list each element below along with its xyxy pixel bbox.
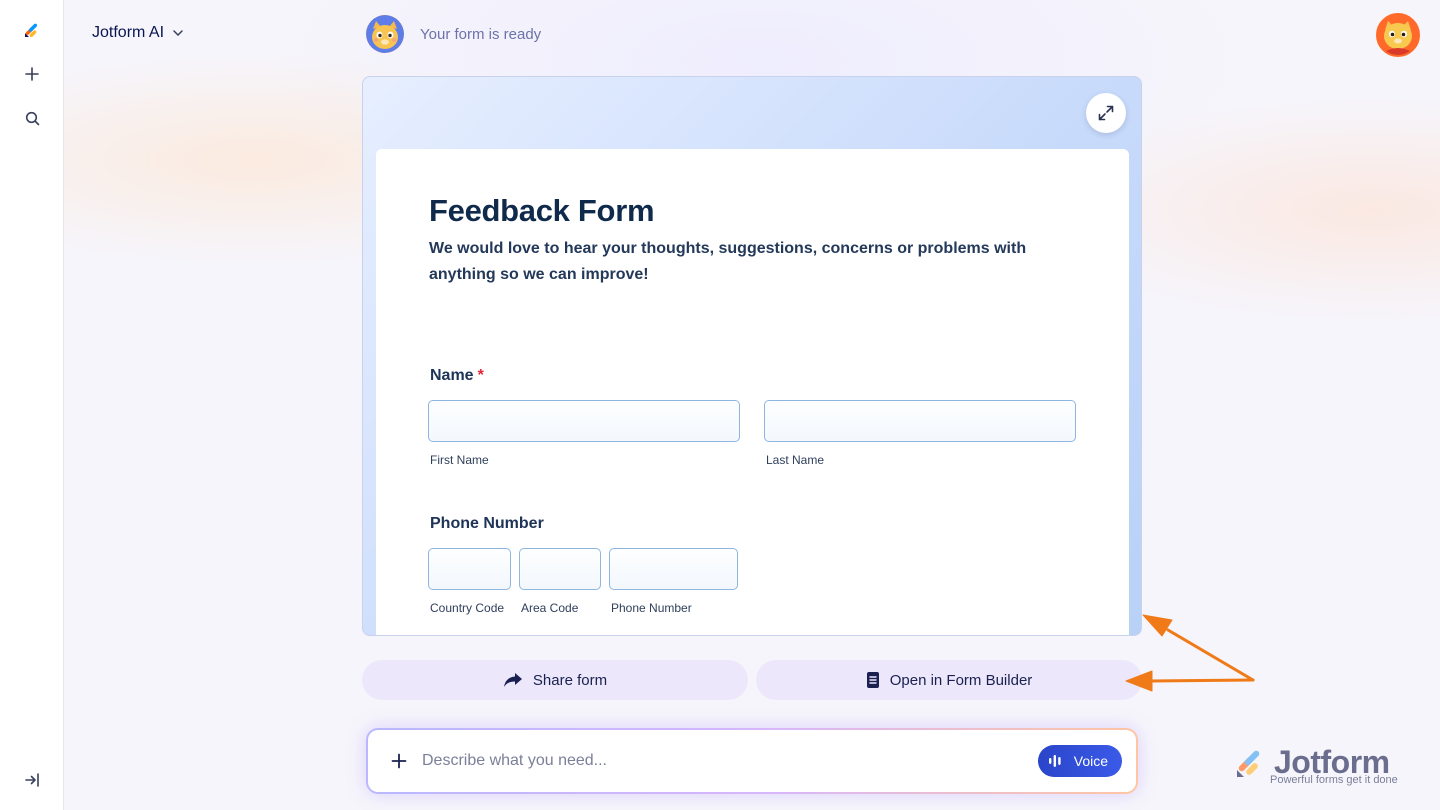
left-rail: [0, 0, 64, 810]
phone-number-sublabel: Phone Number: [611, 601, 692, 615]
voice-button[interactable]: Voice: [1037, 745, 1122, 777]
country-code-input[interactable]: [428, 548, 511, 590]
jotform-watermark-logo-icon: [1237, 750, 1260, 777]
last-name-input[interactable]: [764, 400, 1076, 442]
prompt-input[interactable]: [422, 747, 1022, 775]
open-form-builder-label: Open in Form Builder: [889, 671, 1033, 689]
document-icon: [866, 672, 879, 688]
assistant-message: Your form is ready: [366, 15, 541, 53]
expand-preview-button[interactable]: [1086, 93, 1126, 133]
first-name-sublabel: First Name: [430, 453, 489, 467]
voice-label: Voice: [1073, 753, 1108, 769]
form-description: We would love to hear your thoughts, sug…: [429, 240, 1027, 283]
prompt-box: Voice: [366, 728, 1138, 794]
open-form-builder-button[interactable]: Open in Form Builder: [756, 660, 1142, 700]
user-avatar[interactable]: [1376, 13, 1420, 57]
app-switcher[interactable]: Jotform AI: [92, 24, 186, 42]
attach-plus-icon[interactable]: [388, 750, 410, 772]
status-message: Your form is ready: [420, 25, 542, 43]
form-sheet: Feedback Form We would love to hear your…: [376, 149, 1129, 635]
ai-agent-avatar: [366, 15, 404, 53]
jotform-watermark: Jotform Powerful forms get it done: [1234, 744, 1414, 790]
expand-sidebar-icon[interactable]: [16, 764, 48, 796]
watermark-tagline: Powerful forms get it done: [1270, 774, 1398, 786]
app-title: Jotform AI: [92, 24, 165, 41]
share-form-button[interactable]: Share form: [362, 660, 748, 700]
form-title: Feedback Form: [429, 193, 655, 228]
new-chat-plus-icon[interactable]: [16, 58, 48, 90]
name-label-text: Name: [430, 367, 474, 384]
jotform-logo-icon[interactable]: [16, 14, 48, 46]
form-preview: Feedback Form We would love to hear your…: [362, 76, 1142, 636]
share-arrow-icon: [503, 673, 522, 687]
first-name-input[interactable]: [428, 400, 740, 442]
last-name-sublabel: Last Name: [766, 453, 825, 467]
phone-question-label: Phone Number: [430, 515, 544, 532]
area-code-input[interactable]: [519, 548, 601, 590]
voice-waveform-icon: [1048, 755, 1061, 767]
country-code-sublabel: Country Code: [430, 601, 505, 615]
search-icon[interactable]: [16, 102, 48, 134]
chevron-down-icon: [170, 25, 186, 41]
area-code-sublabel: Area Code: [521, 601, 579, 615]
share-form-label: Share form: [532, 671, 608, 689]
phone-number-input[interactable]: [609, 548, 738, 590]
expand-icon: [1098, 105, 1114, 121]
required-mark: *: [477, 367, 484, 384]
name-question-label: Name *: [430, 367, 484, 385]
